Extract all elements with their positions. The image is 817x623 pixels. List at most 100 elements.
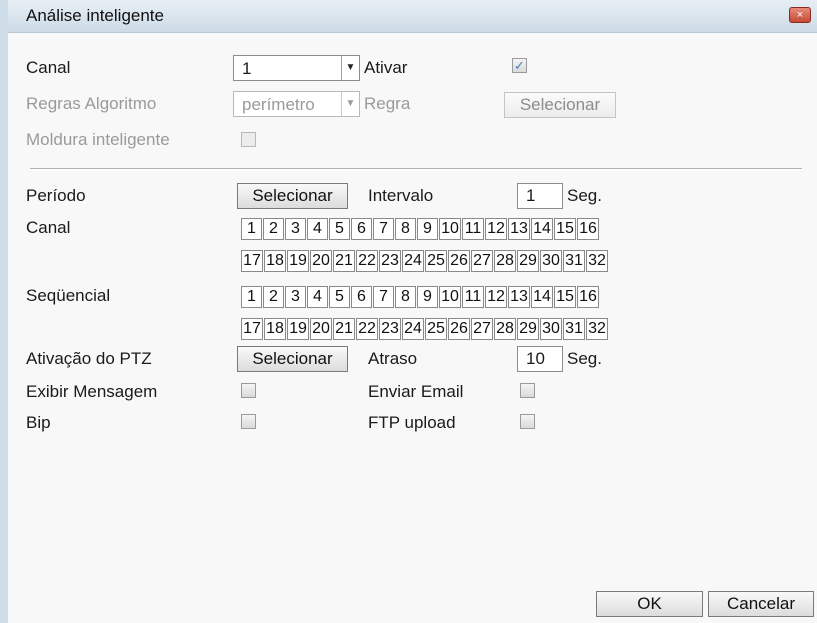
- channel-box[interactable]: 28: [494, 318, 516, 340]
- channel-box[interactable]: 14: [531, 218, 553, 240]
- channel-box[interactable]: 4: [307, 286, 328, 308]
- channel-box[interactable]: 11: [462, 286, 484, 308]
- channel-box[interactable]: 11: [462, 218, 484, 240]
- channel-box[interactable]: 17: [241, 318, 263, 340]
- canal-channel-row-1: 1 2 3 4 5 6 7 8 9 10 11 12 13 14 15 16: [241, 218, 600, 240]
- intervalo-label: Intervalo: [368, 186, 434, 205]
- channel-box[interactable]: 20: [310, 318, 332, 340]
- channel-box[interactable]: 30: [540, 250, 562, 272]
- atraso-input[interactable]: 10: [517, 346, 563, 372]
- regra-selecionar-button[interactable]: Selecionar: [504, 92, 616, 118]
- channel-box[interactable]: 17: [241, 250, 263, 272]
- ativar-checkbox[interactable]: ✓: [512, 58, 527, 73]
- channel-box[interactable]: 6: [351, 218, 372, 240]
- regras-algoritmo-value: perímetro: [242, 95, 315, 114]
- channel-box[interactable]: 32: [586, 250, 608, 272]
- periodo-selecionar-button[interactable]: Selecionar: [237, 183, 348, 209]
- cancel-button[interactable]: Cancelar: [708, 591, 814, 617]
- channel-box[interactable]: 18: [264, 250, 286, 272]
- channel-box[interactable]: 22: [356, 250, 378, 272]
- channel-box[interactable]: 16: [577, 286, 599, 308]
- channel-box[interactable]: 31: [563, 250, 585, 272]
- channel-box[interactable]: 26: [448, 318, 470, 340]
- channel-box[interactable]: 8: [395, 218, 416, 240]
- channel-box[interactable]: 9: [417, 218, 438, 240]
- ftp-upload-checkbox[interactable]: [520, 414, 535, 429]
- channel-box[interactable]: 5: [329, 218, 350, 240]
- channel-box[interactable]: 21: [333, 318, 355, 340]
- channel-box[interactable]: 25: [425, 318, 447, 340]
- channel-box[interactable]: 3: [285, 218, 306, 240]
- channel-box[interactable]: 3: [285, 286, 306, 308]
- channel-box[interactable]: 2: [263, 218, 284, 240]
- channel-box[interactable]: 7: [373, 286, 394, 308]
- ativar-label: Ativar: [364, 58, 408, 77]
- channel-box[interactable]: 18: [264, 318, 286, 340]
- title-bar[interactable]: Análise inteligente ×: [8, 0, 817, 33]
- channel-box[interactable]: 27: [471, 318, 493, 340]
- channel-box[interactable]: 23: [379, 318, 401, 340]
- regras-algoritmo-label: Regras Algoritmo: [26, 94, 157, 113]
- channel-box[interactable]: 29: [517, 318, 539, 340]
- channel-box[interactable]: 19: [287, 318, 309, 340]
- channel-box[interactable]: 12: [485, 286, 507, 308]
- channel-box[interactable]: 19: [287, 250, 309, 272]
- channel-box[interactable]: 30: [540, 318, 562, 340]
- channel-box[interactable]: 14: [531, 286, 553, 308]
- channel-box[interactable]: 6: [351, 286, 372, 308]
- regras-algoritmo-select[interactable]: perímetro ▼: [233, 91, 360, 117]
- close-button[interactable]: ×: [789, 7, 811, 23]
- channel-box[interactable]: 24: [402, 250, 424, 272]
- channel-box[interactable]: 28: [494, 250, 516, 272]
- canal-select[interactable]: 1 ▼: [233, 55, 360, 81]
- moldura-inteligente-checkbox[interactable]: [241, 132, 256, 147]
- sequencial-channel-row-1: 1 2 3 4 5 6 7 8 9 10 11 12 13 14 15 16: [241, 286, 600, 308]
- enviar-email-label: Enviar Email: [368, 382, 464, 401]
- bip-checkbox[interactable]: [241, 414, 256, 429]
- canal-select-value: 1: [242, 59, 252, 78]
- channel-box[interactable]: 12: [485, 218, 507, 240]
- channel-box[interactable]: 9: [417, 286, 438, 308]
- enviar-email-checkbox[interactable]: [520, 383, 535, 398]
- channel-box[interactable]: 25: [425, 250, 447, 272]
- channel-box[interactable]: 2: [263, 286, 284, 308]
- channel-box[interactable]: 5: [329, 286, 350, 308]
- periodo-label: Período: [26, 186, 86, 205]
- channel-box[interactable]: 13: [508, 218, 530, 240]
- exibir-mensagem-checkbox[interactable]: [241, 383, 256, 398]
- channel-box[interactable]: 20: [310, 250, 332, 272]
- channel-box[interactable]: 23: [379, 250, 401, 272]
- channel-box[interactable]: 21: [333, 250, 355, 272]
- channel-box[interactable]: 10: [439, 218, 461, 240]
- ok-button[interactable]: OK: [596, 591, 703, 617]
- channel-box[interactable]: 29: [517, 250, 539, 272]
- channel-box[interactable]: 22: [356, 318, 378, 340]
- channel-box[interactable]: 4: [307, 218, 328, 240]
- channel-box[interactable]: 10: [439, 286, 461, 308]
- channel-box[interactable]: 15: [554, 286, 576, 308]
- atraso-label: Atraso: [368, 349, 418, 368]
- moldura-inteligente-label: Moldura inteligente: [26, 130, 170, 149]
- channel-box[interactable]: 26: [448, 250, 470, 272]
- channel-box[interactable]: 24: [402, 318, 424, 340]
- channel-box[interactable]: 8: [395, 286, 416, 308]
- channel-box[interactable]: 7: [373, 218, 394, 240]
- channel-box[interactable]: 27: [471, 250, 493, 272]
- ftp-upload-label: FTP upload: [368, 413, 456, 432]
- canal-label: Canal: [26, 58, 71, 77]
- window-title: Análise inteligente: [26, 6, 164, 25]
- ptz-selecionar-button[interactable]: Selecionar: [237, 346, 348, 372]
- regra-label: Regra: [364, 94, 411, 113]
- channel-box[interactable]: 1: [241, 286, 262, 308]
- channel-box[interactable]: 31: [563, 318, 585, 340]
- chevron-down-icon: ▼: [341, 92, 359, 116]
- chevron-down-icon: ▼: [341, 56, 359, 80]
- channel-box[interactable]: 13: [508, 286, 530, 308]
- channel-box[interactable]: 32: [586, 318, 608, 340]
- ativacao-ptz-label: Ativação do PTZ: [26, 349, 152, 368]
- channel-box[interactable]: 1: [241, 218, 262, 240]
- atraso-unit: Seg.: [567, 349, 602, 368]
- intervalo-input[interactable]: 1: [517, 183, 563, 209]
- channel-box[interactable]: 16: [577, 218, 599, 240]
- channel-box[interactable]: 15: [554, 218, 576, 240]
